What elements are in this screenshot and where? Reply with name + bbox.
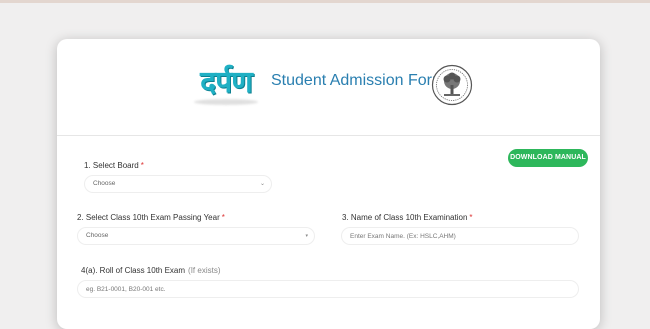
roll-input[interactable] [77, 280, 579, 298]
university-emblem-icon [431, 64, 473, 106]
exam-name-input[interactable] [341, 227, 579, 245]
exam-name-label-text: 3. Name of Class 10th Examination [342, 213, 468, 222]
required-marker: * [469, 213, 473, 222]
required-marker: * [140, 161, 144, 170]
page-title: Student Admission Form [271, 72, 446, 89]
passing-year-label-text: 2. Select Class 10th Exam Passing Year [77, 213, 220, 222]
board-select[interactable]: Choose ⌄ [84, 175, 272, 193]
required-marker: * [221, 213, 225, 222]
passing-year-selected-value: Choose [86, 232, 109, 239]
passing-year-label: 2. Select Class 10th Exam Passing Year * [77, 213, 225, 222]
download-manual-button[interactable]: DOWNLOAD MANUAL [508, 149, 588, 167]
exam-name-label: 3. Name of Class 10th Examination * [342, 213, 473, 222]
caret-down-icon: ▾ [305, 233, 308, 239]
roll-hint: (If exists) [188, 266, 221, 275]
board-label-text: 1. Select Board [84, 161, 139, 170]
board-label: 1. Select Board * [84, 161, 144, 170]
darpan-logo-text: दर्पण [200, 65, 253, 100]
roll-label: 4(a). Roll of Class 10th Exam (If exists) [81, 266, 221, 275]
admission-form-card: दर्पण Student Admission Form DOWNLOAD MA… [57, 39, 600, 329]
passing-year-select[interactable]: Choose ▾ [77, 227, 315, 245]
roll-label-text: 4(a). Roll of Class 10th Exam [81, 266, 186, 275]
top-accent-bar [0, 0, 650, 3]
form-header: दर्पण Student Admission Form [57, 39, 600, 136]
board-selected-value: Choose [93, 180, 116, 187]
chevron-down-icon: ⌄ [259, 181, 265, 187]
darpan-logo: दर्पण [190, 63, 262, 107]
